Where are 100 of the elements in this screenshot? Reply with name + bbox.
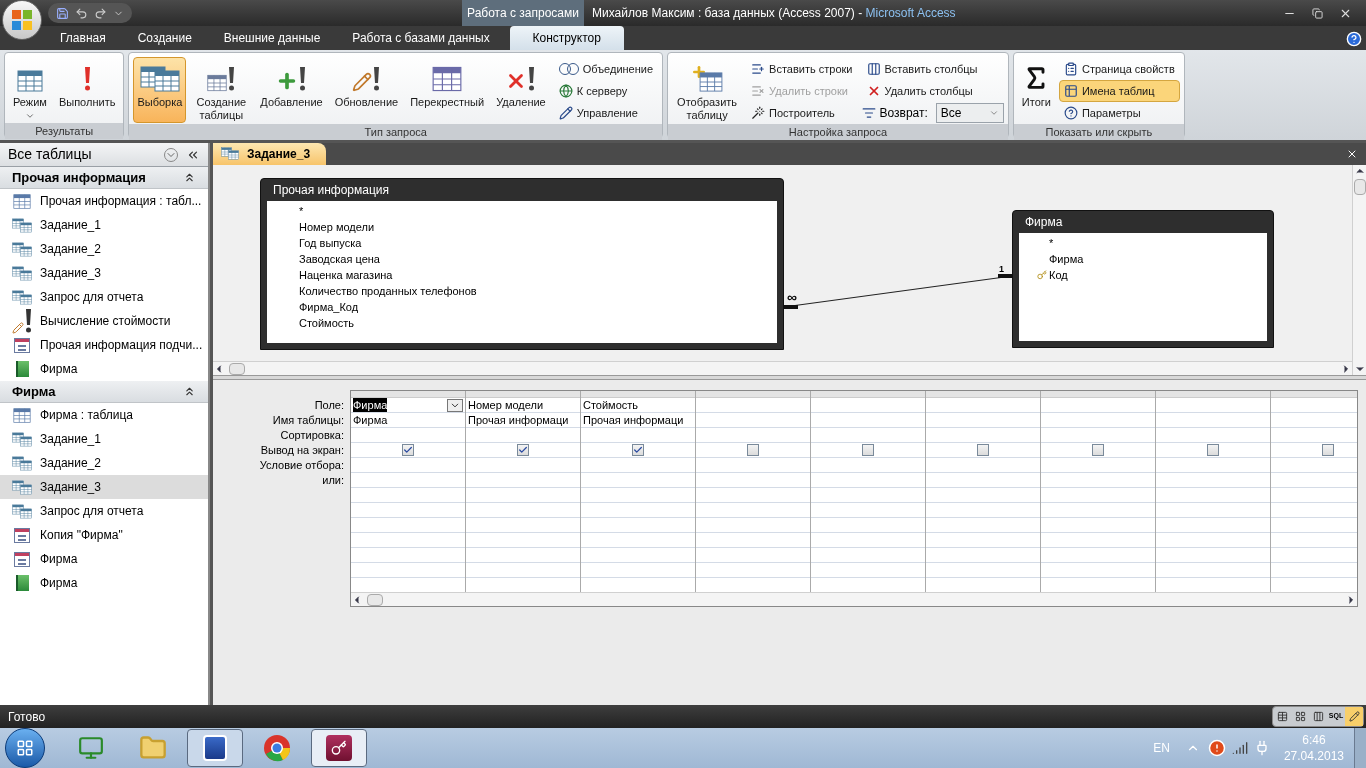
field-cell[interactable]: Номер модели: [468, 398, 544, 412]
nav-item[interactable]: Задание_2: [0, 451, 208, 475]
scroll-thumb[interactable]: [367, 593, 383, 606]
nav-item[interactable]: Фирма: [0, 571, 208, 595]
nav-item[interactable]: Фирма: [0, 547, 208, 571]
field-cell[interactable]: Фирма: [353, 398, 388, 412]
show-checkbox[interactable]: [977, 444, 989, 456]
show-checkbox[interactable]: [1092, 444, 1104, 456]
field-name[interactable]: Количество проданных телефонов: [299, 282, 477, 300]
nav-item[interactable]: Задание_1: [0, 213, 208, 237]
field-name[interactable]: Заводская цена: [299, 250, 380, 268]
return-combo[interactable]: Все: [935, 103, 1004, 123]
ribbon-large-button[interactable]: Режим: [9, 57, 51, 123]
office-button[interactable]: [2, 0, 42, 40]
ribbon-tab[interactable]: Внешние данные: [207, 26, 337, 50]
field-name[interactable]: Фирма_Код: [299, 298, 359, 316]
caret-icon[interactable]: [988, 108, 999, 118]
field-name[interactable]: Фирма: [1049, 250, 1084, 268]
ribbon-group-label: Настройка запроса: [668, 124, 1008, 140]
nav-item[interactable]: Задание_1: [0, 427, 208, 451]
field-name[interactable]: Номер модели: [299, 218, 375, 236]
field-cell[interactable]: Стоймость: [583, 398, 639, 412]
nav-item[interactable]: Копия "Фирма": [0, 523, 208, 547]
nav-item[interactable]: Прочая информация : табл...: [0, 189, 208, 213]
ribbon-large-button[interactable]: Отобразить таблицу: [672, 57, 743, 123]
query-icon: [12, 217, 32, 233]
collapse-icon[interactable]: [183, 385, 196, 398]
show-desktop-button[interactable]: [1354, 728, 1366, 768]
redo-icon[interactable]: [94, 6, 107, 20]
nav-item[interactable]: Фирма: [0, 357, 208, 381]
taskbar-app[interactable]: [311, 729, 367, 767]
ribbon-tab[interactable]: Главная: [44, 26, 122, 50]
ribbon-small-button[interactable]: Страница свойств: [1058, 58, 1180, 80]
ribbon-small-button[interactable]: Построитель: [746, 102, 858, 124]
nav-item[interactable]: Задание_2: [0, 237, 208, 261]
row-label: Вывод на экран:: [260, 443, 344, 458]
ribbon-small-button[interactable]: Вставить столбцы: [861, 58, 1004, 80]
dropdown-icon[interactable]: [447, 398, 463, 412]
show-checkbox[interactable]: [632, 444, 644, 456]
horizontal-scrollbar[interactable]: [351, 592, 1357, 606]
show-checkbox[interactable]: [747, 444, 759, 456]
vertical-scrollbar[interactable]: [1352, 165, 1366, 375]
field-name[interactable]: *: [299, 202, 304, 220]
nav-group-header[interactable]: Прочая информация: [0, 167, 208, 189]
close-icon[interactable]: [1346, 148, 1358, 160]
nav-group-header[interactable]: Фирма: [0, 381, 208, 403]
table-cell[interactable]: Прочая информаци: [468, 413, 569, 427]
table-window[interactable]: Фирма * Фирма Код: [1012, 210, 1274, 348]
table-cell[interactable]: Фирма: [353, 413, 388, 427]
scroll-thumb[interactable]: [229, 362, 245, 375]
ribbon-small-button[interactable]: Параметры: [1058, 102, 1180, 124]
nav-item[interactable]: Запрос для отчета: [0, 285, 208, 309]
ribbon-large-button[interactable]: Перекрестный: [406, 57, 489, 123]
ribbon-large-button[interactable]: Обновление: [330, 57, 403, 123]
ribbon-tab[interactable]: Работа с базами данных: [336, 26, 506, 50]
field-name[interactable]: Год выпуска: [299, 234, 362, 252]
view-button[interactable]: [1345, 707, 1363, 726]
save-icon[interactable]: [56, 6, 69, 20]
nav-item[interactable]: Прочая информация подчи...: [0, 333, 208, 357]
show-checkbox[interactable]: [862, 444, 874, 456]
nav-item[interactable]: Вычисление стоймости: [0, 309, 208, 333]
taskbar-app[interactable]: [187, 729, 243, 767]
undo-icon[interactable]: [75, 6, 88, 20]
ribbon-large-button[interactable]: Выборка: [133, 57, 187, 123]
ribbon-tab[interactable]: Создание: [121, 26, 208, 50]
field-name[interactable]: Стоймость: [299, 314, 355, 332]
nav-item[interactable]: Фирма : таблица: [0, 403, 208, 427]
ribbon-large-button[interactable]: Удаление: [492, 57, 550, 123]
start-button[interactable]: [5, 728, 45, 768]
ribbon-large-button[interactable]: Итоги: [1017, 57, 1055, 123]
ribbon-small-button[interactable]: Имена таблиц: [1058, 80, 1180, 102]
show-checkbox[interactable]: [1322, 444, 1334, 456]
scroll-thumb[interactable]: [1353, 179, 1366, 195]
signal-icon[interactable]: [1231, 740, 1248, 756]
nav-item[interactable]: Задание_3: [0, 261, 208, 285]
ribbon-tab[interactable]: Конструктор: [509, 26, 624, 50]
nav-item[interactable]: Задание_3: [0, 475, 208, 499]
ribbon-small-button[interactable]: Управление: [553, 102, 659, 124]
show-checkbox[interactable]: [1207, 444, 1219, 456]
field-name[interactable]: Наценка магазина: [299, 266, 393, 284]
field-name[interactable]: *: [1049, 234, 1054, 252]
horizontal-scrollbar[interactable]: [213, 361, 1352, 375]
ribbon-large-button[interactable]: Создание таблицы: [190, 57, 253, 123]
nav-item[interactable]: Запрос для отчета: [0, 499, 208, 523]
document-tab[interactable]: Задание_3: [213, 143, 327, 165]
show-checkbox[interactable]: [402, 444, 414, 456]
table-cell[interactable]: Прочая информаци: [583, 413, 684, 427]
ribbon-large-button[interactable]: Добавление: [256, 57, 327, 123]
ribbon-small-button[interactable]: Объединение: [553, 58, 659, 80]
field-name[interactable]: Код: [1049, 266, 1068, 284]
restore-icon[interactable]: [1312, 7, 1323, 19]
table-window[interactable]: Прочая информация * Номер модели Год выпуска Заводская цена Наценка магазина Количество проданных телефонов Фирма_Код Стоймость: [260, 178, 784, 350]
alert-icon[interactable]: [1207, 739, 1226, 757]
help-icon[interactable]: [1346, 31, 1362, 47]
ribbon-small-button[interactable]: Вставить строки: [746, 58, 858, 80]
ribbon-small-button[interactable]: К серверу: [553, 80, 659, 102]
ribbon-small-button[interactable]: Удалить столбцы: [861, 80, 1004, 102]
collapse-icon[interactable]: [183, 171, 196, 184]
show-checkbox[interactable]: [517, 444, 529, 456]
ribbon-large-button[interactable]: Выполнить: [54, 57, 120, 123]
